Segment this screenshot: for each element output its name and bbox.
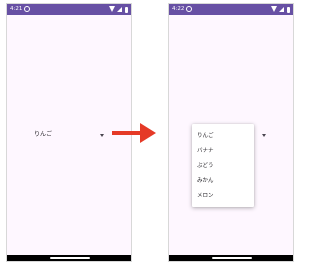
wifi-icon [271, 6, 277, 12]
dropdown-caret-icon[interactable] [100, 134, 104, 137]
status-bar: 4:22 [169, 4, 293, 15]
cellular-signal-icon [117, 7, 122, 12]
dropdown-caret-icon[interactable] [262, 134, 266, 137]
dropdown-item-grape[interactable]: ぶどう [192, 159, 254, 174]
spinner-dropdown-menu: りんご バナナ ぶどう みかん メロン [192, 124, 254, 207]
transition-arrow-icon [112, 123, 156, 143]
battery-icon [287, 6, 290, 13]
battery-icon [125, 6, 128, 13]
status-time: 4:21 [10, 6, 23, 12]
status-time: 4:22 [172, 6, 185, 12]
spinner-selected-value: りんご [34, 131, 53, 138]
navigation-bar [169, 255, 293, 261]
dropdown-item-banana[interactable]: バナナ [192, 144, 254, 159]
comparison-canvas: 4:21 りんご 4:22 りんご バナナ ぶどう みかん メロン [0, 0, 300, 267]
cellular-signal-icon [279, 7, 284, 12]
phone-screen-after: 4:22 りんご バナナ ぶどう みかん メロン [168, 3, 294, 262]
home-gesture-handle[interactable] [50, 257, 90, 259]
navigation-bar [7, 255, 131, 261]
dropdown-item-apple[interactable]: りんご [192, 129, 254, 144]
dropdown-item-mandarin[interactable]: みかん [192, 174, 254, 189]
alarm-icon [186, 6, 192, 12]
dropdown-item-melon[interactable]: メロン [192, 189, 254, 204]
fruit-spinner[interactable]: りんご [34, 129, 104, 141]
alarm-icon [24, 6, 30, 12]
home-gesture-handle[interactable] [212, 257, 252, 259]
wifi-icon [109, 6, 115, 12]
status-bar: 4:21 [7, 4, 131, 15]
